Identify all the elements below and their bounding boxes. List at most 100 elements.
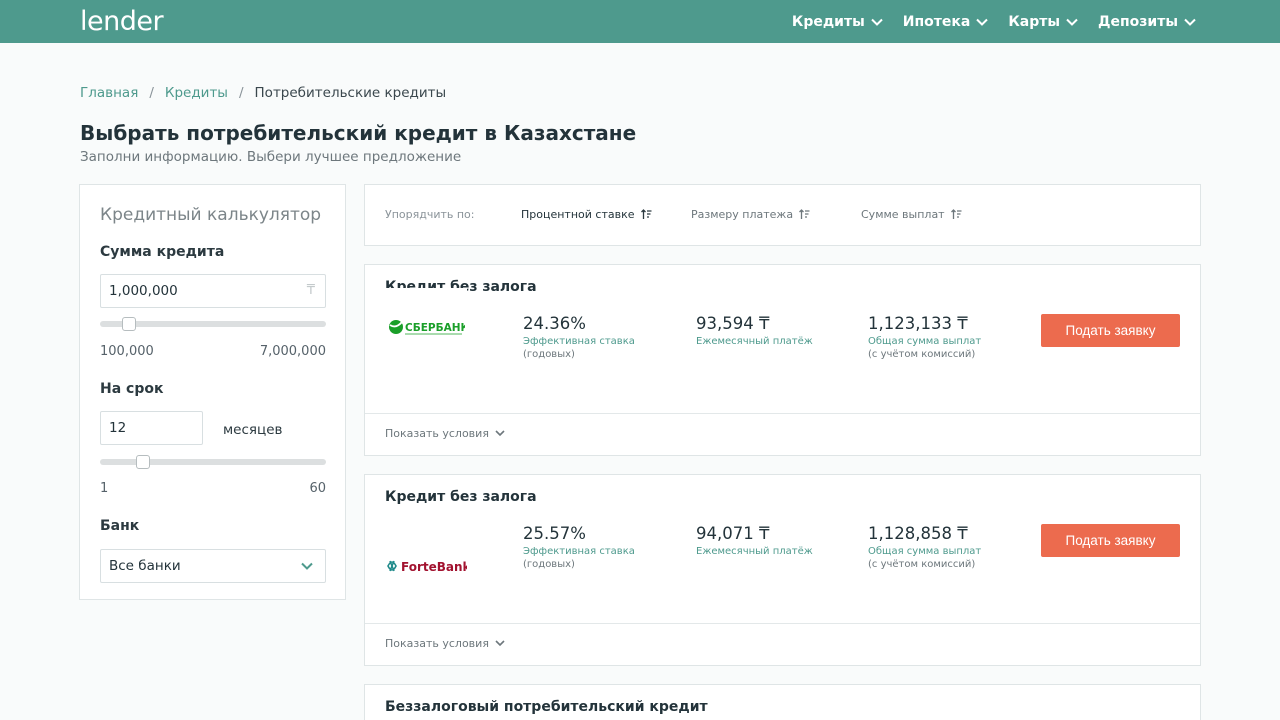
amount-input[interactable]: 1,000,000 ₸: [100, 274, 326, 308]
top-header: lender Кредиты Ипотека Карты Депозиты: [0, 0, 1280, 43]
total-metric: 1,128,858 ₸ Общая сумма выплат (с учётом…: [868, 524, 981, 570]
page-subtitle: Заполни информацию. Выбери лучшее предло…: [80, 149, 462, 165]
payment-metric: 94,071 ₸ Ежемесячный платёж: [696, 524, 813, 557]
chevron-down-icon: [495, 430, 505, 437]
offer-card: Кредит без залога СБЕРБАНК 24.36% Эффект…: [364, 264, 1201, 456]
breadcrumb-home[interactable]: Главная: [80, 85, 138, 101]
nav-item-label: Кредиты: [791, 13, 865, 30]
sort-icon: [950, 209, 962, 219]
total-value: 1,128,858 ₸: [868, 524, 968, 543]
nav-item-cards[interactable]: Карты: [1008, 14, 1078, 30]
sort-option-label: Сумме выплат: [861, 208, 945, 221]
sberbank-logo-text: СБЕРБАНК: [405, 322, 465, 334]
payment-value: 93,594 ₸: [696, 314, 770, 333]
sort-by-total[interactable]: Сумме выплат: [861, 208, 962, 221]
sort-bar: Упорядчить по: Процентной ставке Размеру…: [364, 184, 1201, 246]
fortebank-logo-mark: ForteBank: [387, 560, 467, 574]
show-terms-toggle[interactable]: Показать условия: [385, 637, 505, 650]
apply-button[interactable]: Подать заявку: [1041, 524, 1180, 557]
term-input[interactable]: 12: [100, 411, 203, 445]
amount-slider-handle[interactable]: [122, 317, 137, 331]
total-metric: 1,123,133 ₸ Общая сумма выплат (с учётом…: [868, 314, 981, 360]
show-terms-toggle[interactable]: Показать условия: [385, 427, 505, 440]
rate-metric: 25.57% Эффективная ставка (годовых): [523, 524, 635, 570]
payment-value: 94,071 ₸: [696, 524, 770, 543]
total-subcaption: (с учётом комиссий): [868, 559, 976, 570]
rate-subcaption: (годовых): [523, 349, 575, 360]
payment-metric: 93,594 ₸ Ежемесячный платёж: [696, 314, 813, 347]
sort-by-rate[interactable]: Процентной ставке: [521, 208, 652, 221]
breadcrumb-current: Потребительские кредиты: [254, 85, 447, 101]
term-value: 12: [109, 420, 127, 436]
nav-item-label: Ипотека: [902, 13, 971, 30]
breadcrumb-separator: /: [149, 85, 154, 101]
calculator-title: Кредитный калькулятор: [100, 205, 322, 225]
amount-max: 7,000,000: [259, 344, 326, 359]
rate-caption: Эффективная ставка: [523, 546, 635, 557]
breadcrumb: Главная / Кредиты / Потребительские кред…: [80, 85, 446, 101]
chevron-down-icon: [301, 562, 313, 570]
breadcrumb-separator: /: [238, 85, 244, 101]
main-nav: Кредиты Ипотека Карты Депозиты: [772, 0, 1196, 43]
amount-min: 100,000: [100, 344, 154, 359]
term-slider-handle[interactable]: [135, 455, 150, 469]
sort-label: Упорядчить по:: [385, 208, 475, 221]
total-caption: Общая сумма выплат: [868, 336, 982, 347]
sort-icon: [640, 209, 651, 219]
nav-item-credits[interactable]: Кредиты: [792, 14, 883, 30]
sort-option-label: Размеру платежа: [691, 208, 794, 221]
payment-caption: Ежемесячный платёж: [696, 546, 813, 557]
amount-value: 1,000,000: [109, 283, 178, 299]
rate-metric: 24.36% Эффективная ставка (годовых): [523, 314, 635, 360]
bank-select-value: Все банки: [109, 558, 181, 574]
term-max: 60: [309, 481, 326, 496]
amount-label: Сумма кредита: [100, 244, 225, 260]
nav-item-label: Карты: [1008, 13, 1061, 30]
tenge-icon: ₸: [306, 283, 315, 298]
term-slider[interactable]: [100, 455, 326, 469]
breadcrumb-credits[interactable]: Кредиты: [165, 85, 228, 101]
bank-label: Банк: [100, 518, 140, 534]
offer-card: Беззалоговый потребительский кредит: [364, 684, 1201, 720]
chevron-down-icon: [495, 640, 505, 647]
apply-button[interactable]: Подать заявку: [1041, 314, 1180, 347]
term-min: 1: [100, 481, 109, 496]
term-unit: месяцев: [223, 422, 283, 438]
sberbank-logo-mark: СБЕРБАНК: [389, 320, 465, 335]
nav-item-deposits[interactable]: Депозиты: [1098, 14, 1196, 30]
fortebank-logo: ForteBank: [385, 527, 467, 605]
show-terms-label: Показать условия: [385, 427, 489, 440]
page-title: Выбрать потребительский кредит в Казахст…: [80, 121, 637, 145]
nav-item-label: Депозиты: [1098, 13, 1178, 30]
term-range: 1 60: [100, 481, 326, 496]
card-footer: Показать условия: [365, 623, 1200, 665]
rate-value: 25.57%: [523, 524, 586, 543]
amount-range: 100,000 7,000,000: [100, 344, 326, 359]
fortebank-logo-text: ForteBank: [401, 560, 467, 574]
nav-item-mortgage[interactable]: Ипотека: [903, 14, 989, 30]
total-value: 1,123,133 ₸: [868, 314, 968, 333]
bank-select[interactable]: Все банки: [100, 549, 326, 583]
sort-by-payment[interactable]: Размеру платежа: [691, 208, 810, 221]
term-label: На срок: [100, 381, 164, 397]
sort-option-label: Процентной ставке: [521, 208, 635, 221]
sberbank-logo: СБЕРБАНК: [385, 288, 467, 366]
lender-logo[interactable]: lender: [80, 6, 164, 37]
total-caption: Общая сумма выплат: [868, 546, 982, 557]
rate-caption: Эффективная ставка: [523, 336, 635, 347]
total-subcaption: (с учётом комиссий): [868, 349, 976, 360]
sort-icon: [799, 209, 810, 219]
card-footer: Показать условия: [365, 413, 1200, 455]
rate-value: 24.36%: [523, 314, 586, 333]
chevron-down-icon: [1184, 18, 1196, 26]
chevron-down-icon: [976, 18, 989, 26]
chevron-down-icon: [871, 18, 883, 26]
offer-title: Кредит без залога: [385, 489, 537, 505]
payment-caption: Ежемесячный платёж: [696, 336, 813, 347]
amount-slider[interactable]: [100, 317, 326, 331]
offer-title: Беззалоговый потребительский кредит: [385, 699, 708, 715]
rate-subcaption: (годовых): [523, 559, 575, 570]
offer-card: Кредит без залога ForteBank 25.57% Эффек…: [364, 474, 1201, 666]
show-terms-label: Показать условия: [385, 637, 489, 650]
chevron-down-icon: [1066, 18, 1078, 26]
